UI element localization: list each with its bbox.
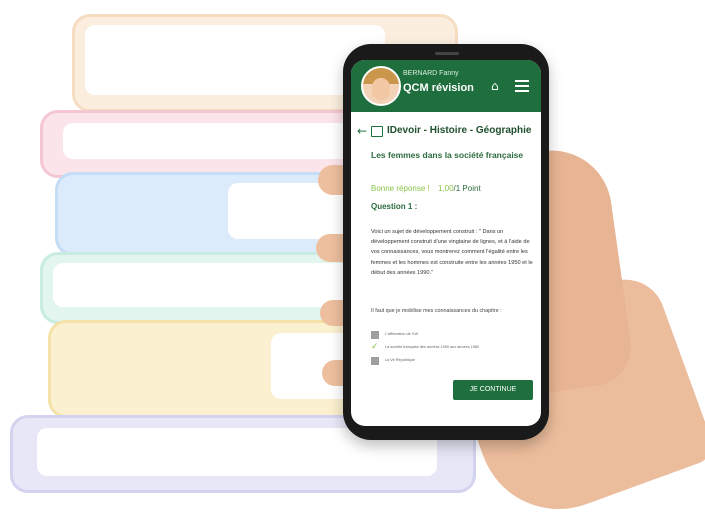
question-text: Voici un sujet de développement construi… <box>371 229 533 276</box>
phone-speaker <box>435 52 459 55</box>
answer-option-label: La société française des années 1950 aux… <box>385 345 480 349</box>
app-title: QCM révision <box>403 82 474 94</box>
feedback-score: 1,00 <box>437 184 454 193</box>
answer-option-label: L'affirmation de l'UE <box>385 332 419 336</box>
phone-frame: BERNARD Fanny QCM révision ⌂ ← IDevoir -… <box>343 44 549 440</box>
checkbox-empty-icon[interactable] <box>371 331 379 339</box>
answer-option[interactable]: ✓ La société française des années 1950 a… <box>371 342 539 353</box>
hamburger-menu-icon[interactable] <box>515 80 529 92</box>
answer-option-label: La Ve République <box>385 358 415 362</box>
question-label: Question 1 : <box>371 202 418 211</box>
feedback-status: Bonne réponse ! <box>371 184 430 193</box>
arrow-left-icon[interactable]: ← <box>357 124 367 138</box>
avatar[interactable] <box>361 66 401 106</box>
nav-row: ← IDevoir - Histoire - Géographie <box>357 124 541 140</box>
answer-feedback: Bonne réponse ! 1,00/1 Point <box>371 184 481 193</box>
avatar-face <box>372 78 390 100</box>
checkmark-icon[interactable]: ✓ <box>371 342 379 352</box>
list-icon[interactable] <box>371 126 383 137</box>
question-prompt: Il faut que je mobilise mes connaissance… <box>371 308 502 314</box>
phone-screen: BERNARD Fanny QCM révision ⌂ ← IDevoir -… <box>351 60 541 426</box>
feedback-points: /1 Point <box>453 184 481 193</box>
checkbox-empty-icon[interactable] <box>371 357 379 365</box>
app-header: BERNARD Fanny QCM révision ⌂ <box>351 60 541 112</box>
page-title: IDevoir - Histoire - Géographie <box>387 125 532 136</box>
answer-option[interactable]: La Ve République <box>371 356 539 366</box>
continue-button[interactable]: JE CONTINUE <box>453 380 533 400</box>
home-icon[interactable]: ⌂ <box>491 80 505 92</box>
answer-option[interactable]: L'affirmation de l'UE <box>371 330 539 340</box>
user-name: BERNARD Fanny <box>403 70 459 77</box>
subject-title: Les femmes dans la société française <box>371 150 524 160</box>
